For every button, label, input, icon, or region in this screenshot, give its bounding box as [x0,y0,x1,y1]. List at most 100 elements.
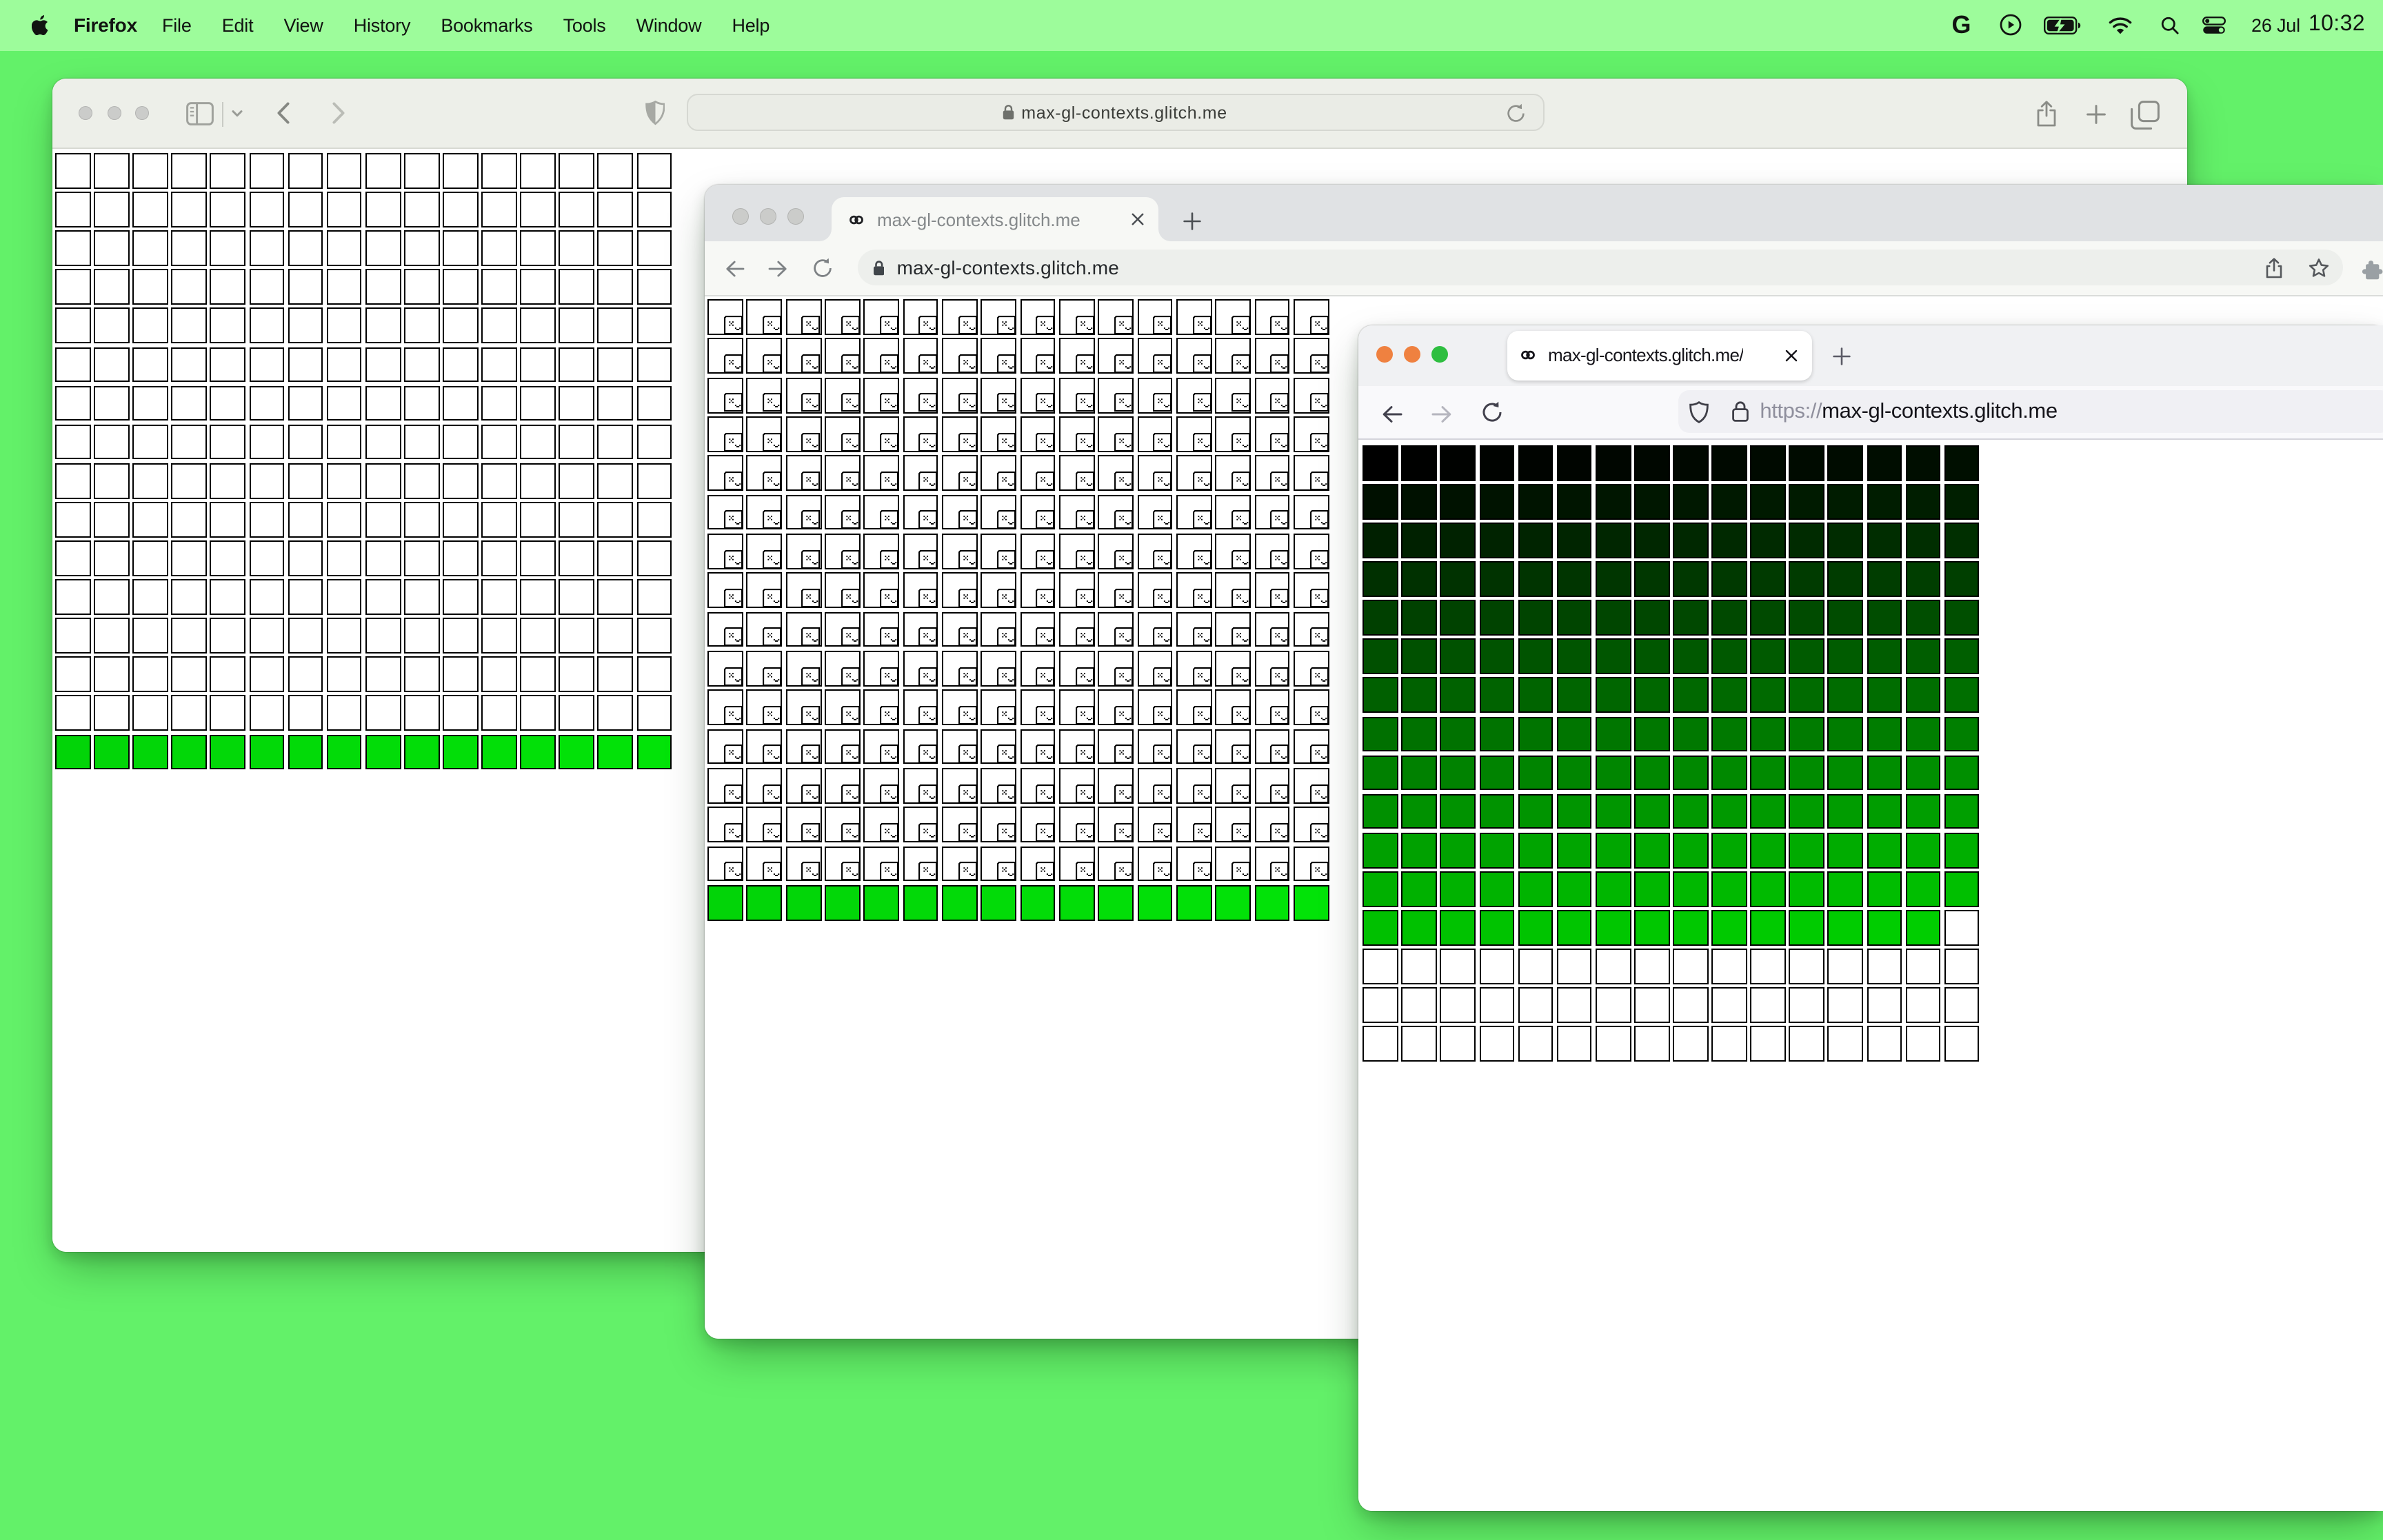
lock-icon[interactable] [1732,401,1749,423]
canvas-cell [1944,949,1980,984]
chrome-tab-title: max-gl-contexts.glitch.me [877,209,1080,230]
canvas-cell [520,463,556,499]
canvas-cell [597,501,634,538]
sidebar-icon[interactable] [186,102,214,126]
reload-icon[interactable] [812,258,833,278]
back-icon[interactable] [277,102,290,124]
close-button[interactable] [1376,345,1393,363]
zoom-button[interactable] [134,105,150,121]
firefox-url-bar[interactable]: https://max-gl-contexts.glitch.me [1678,390,2383,434]
canvas-cell [1673,445,1709,481]
back-icon[interactable] [725,259,745,278]
canvas-cell [1595,910,1631,946]
canvas-cell [1789,638,1825,675]
chrome-active-tab[interactable]: max-gl-contexts.glitch.me [832,197,1158,241]
search-icon[interactable] [2161,17,2179,34]
canvas-cell [481,618,517,654]
forward-icon[interactable] [768,259,787,278]
menu-item-window[interactable]: Window [621,15,717,36]
menu-item-firefox[interactable]: Firefox [49,14,147,37]
menu-item-tools[interactable]: Tools [548,15,621,36]
url-domain: max-gl-contexts.glitch.me [1822,399,2058,423]
menu-item-file[interactable]: File [147,15,207,36]
tabs-overview-icon[interactable] [2131,100,2160,129]
chevron-down-icon[interactable] [232,110,243,119]
canvas-cell [1137,338,1173,374]
canvas-cell [443,424,479,460]
canvas-cell [365,307,401,344]
canvas-cell [1867,600,1902,636]
shield-icon[interactable] [1689,401,1709,423]
canvas-cell [1058,689,1095,726]
canvas-cell [1633,483,1670,520]
extensions-puzzle-icon[interactable] [2362,261,2383,280]
forward-icon[interactable] [332,102,345,124]
new-tab-icon[interactable] [1832,347,1850,365]
canvas-cell [1293,534,1329,569]
chrome-url-bar[interactable]: max-gl-contexts.glitch.me [857,250,2343,285]
canvas-cell [1401,483,1438,520]
new-tab-icon[interactable] [1183,212,1201,230]
canvas-cell [1827,910,1864,946]
canvas-cell [1176,494,1212,530]
play-circle-icon[interactable] [1999,14,2021,37]
canvas-cell [1595,1026,1631,1062]
canvas-cell [1518,677,1554,713]
firefox-active-tab[interactable]: max-gl-contexts.glitch.me/ [1507,330,1812,380]
reload-icon[interactable] [1506,103,1526,127]
canvas-cell [1137,611,1173,647]
menu-item-bookmarks[interactable]: Bookmarks [425,15,547,36]
canvas-cell [210,656,246,693]
canvas-cell [443,230,479,266]
canvas-cell [403,618,440,654]
tab-close-icon[interactable] [1131,212,1145,226]
apple-icon[interactable] [32,14,49,36]
minimize-button[interactable] [760,207,776,224]
canvas-cell [1137,729,1173,764]
canvas-cell [481,307,517,344]
canvas-cell [1750,677,1786,713]
shield-icon[interactable] [645,101,665,125]
canvas-cell [1750,523,1786,558]
control-center-icon[interactable] [2202,16,2226,34]
canvas-cell [1673,793,1709,829]
close-button[interactable] [732,207,749,224]
share-icon[interactable] [2037,100,2056,126]
canvas-cell [1905,600,1941,636]
canvas-cell [1363,910,1398,946]
menu-item-edit[interactable]: Edit [207,15,269,36]
minimize-button[interactable] [107,105,122,121]
canvas-cell [1020,534,1056,569]
canvas-cell [1176,846,1212,882]
wifi-icon[interactable] [2109,17,2132,34]
canvas-cell [481,230,517,266]
forward-icon[interactable] [1431,404,1452,425]
menu-item-view[interactable]: View [268,15,338,36]
safari-url-bar[interactable]: max-gl-contexts.glitch.me [686,94,1544,131]
back-icon[interactable] [1382,404,1402,425]
g-logo-icon[interactable]: G [1951,11,1971,40]
canvas-cell [288,424,323,460]
canvas-cell [365,192,401,227]
share-icon[interactable] [2266,257,2282,278]
canvas-cell [210,230,246,266]
menu-item-history[interactable]: History [339,15,426,36]
canvas-cell [1098,455,1134,492]
tab-close-icon[interactable] [1784,348,1798,362]
canvas-cell [746,416,783,452]
canvas-cell [171,385,208,421]
zoom-button[interactable] [1431,345,1448,363]
canvas-cell [1440,600,1476,636]
canvas-cell [1254,807,1290,843]
canvas-cell [1176,611,1212,647]
minimize-button[interactable] [1404,345,1420,363]
star-icon[interactable] [2309,257,2329,278]
new-tab-icon[interactable] [2087,104,2106,123]
reload-icon[interactable] [1480,401,1502,423]
zoom-button[interactable] [787,207,804,224]
close-button[interactable] [78,105,93,121]
menu-item-help[interactable]: Help [716,15,785,36]
canvas-cell [1633,1026,1670,1062]
lock-icon[interactable] [872,260,885,275]
battery-charging-icon[interactable] [2044,16,2081,34]
